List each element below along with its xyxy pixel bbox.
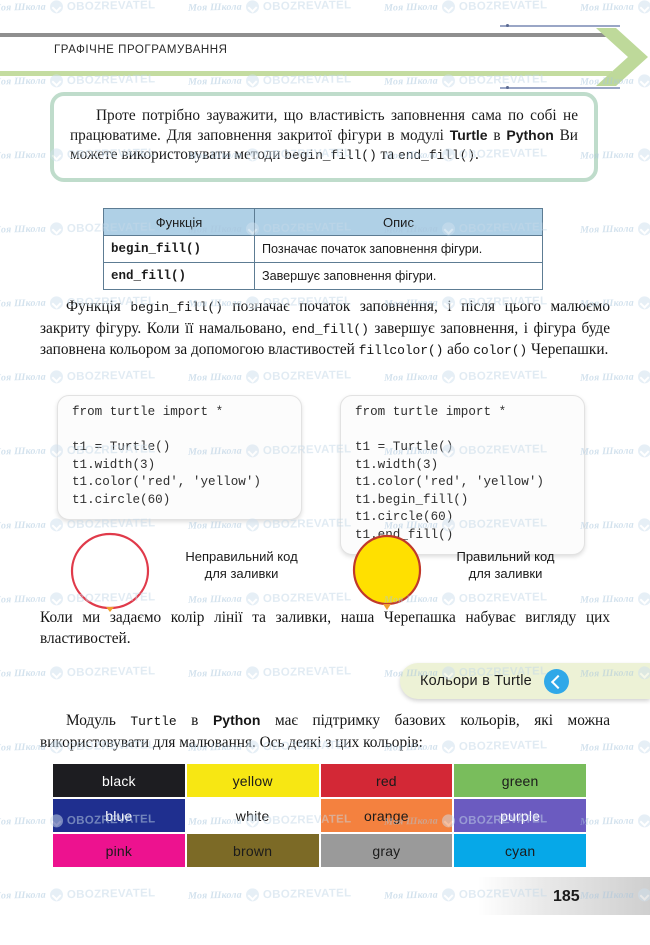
para1-code-begin-fill: begin_fill() xyxy=(130,300,223,315)
table-cell-function: end_fill() xyxy=(103,262,255,290)
page-number: 185 xyxy=(553,888,580,905)
figure-unfilled-caption-line1: Неправильний код xyxy=(185,549,298,564)
paragraph-turtle-look: Коли ми задаємо колір лінії та заливки, … xyxy=(40,609,610,647)
note-bold-python: Python xyxy=(506,126,554,143)
page-canvas: ГРАФІЧНЕ ПРОГРАМУВАННЯ Проте потрібно за… xyxy=(0,0,650,945)
color-swatch-label: gray xyxy=(372,842,401,859)
note-text-end: . xyxy=(475,146,479,163)
note-bold-turtle: Turtle xyxy=(449,126,488,143)
color-swatch-label: pink xyxy=(105,842,133,859)
running-head-title: ГРАФІЧНЕ ПРОГРАМУВАННЯ xyxy=(54,44,228,56)
color-swatch-label: blue xyxy=(105,807,133,824)
table-cell-description: Позначає початок заповнення фігури. xyxy=(254,235,543,263)
color-swatch-white: white xyxy=(186,799,319,832)
color-swatch-purple: purple xyxy=(454,799,586,832)
table-row: end_fill() Завершує заповнення фігури. xyxy=(103,262,543,290)
color-swatch-label: white xyxy=(235,807,270,824)
color-swatch-grid: black yellow red green blue white orange… xyxy=(53,764,586,867)
para1-code-color: color() xyxy=(473,343,528,358)
code-block-with-fill: from turtle import * t1 = Turtle() t1.wi… xyxy=(340,395,585,555)
section-banner-label: Кольори в Turtle xyxy=(420,673,532,689)
note-callout-text: Проте потрібно зауважити, що властивість… xyxy=(70,106,578,166)
note-code-begin-fill: begin_fill() xyxy=(284,148,377,163)
section-banner-colors-in-turtle[interactable]: Кольори в Turtle xyxy=(400,663,650,699)
color-swatch-label: yellow xyxy=(232,772,273,789)
header-chevron-icon xyxy=(594,26,650,93)
table-cell-function: begin_fill() xyxy=(103,235,255,263)
code-block-without-fill: from turtle import * t1 = Turtle() t1.wi… xyxy=(57,395,302,520)
note-callout: Проте потрібно зауважити, що властивість… xyxy=(50,92,598,182)
table-header-row: Функція Опис xyxy=(103,208,543,236)
note-code-end-fill: end_fill() xyxy=(398,148,476,163)
color-swatch-yellow: yellow xyxy=(186,764,319,797)
figure-filled-circle: Правильний код для заливки xyxy=(348,532,555,617)
color-swatch-gray: gray xyxy=(320,834,453,867)
figure-filled-caption-line1: Правильний код xyxy=(456,549,555,564)
table-header-description: Опис xyxy=(254,208,543,236)
para1-code-fillcolor: fillcolor() xyxy=(358,343,444,358)
figure-unfilled-circle: Неправильний код для заливки xyxy=(66,530,298,619)
table-row: begin_fill() Позначає початок заповнення… xyxy=(103,235,543,263)
color-swatch-label: red xyxy=(375,772,397,789)
running-head: ГРАФІЧНЕ ПРОГРАМУВАННЯ xyxy=(0,24,650,89)
para1-t5: Черепашки. xyxy=(527,341,609,358)
color-swatch-cyan: cyan xyxy=(454,834,586,867)
figure-unfilled-caption-line2: для заливки xyxy=(204,566,279,581)
color-swatch-label: black xyxy=(102,772,136,789)
color-swatch-pink: pink xyxy=(53,834,185,867)
para3-code-turtle: Turtle xyxy=(130,714,177,729)
color-swatch-green: green xyxy=(454,764,586,797)
color-swatch-label: orange xyxy=(363,807,409,824)
table-cell-description: Завершує заповнення фігури. xyxy=(254,262,543,290)
color-swatch-orange: orange xyxy=(320,799,453,832)
unfilled-circle-icon xyxy=(70,532,150,612)
header-rule-green xyxy=(0,71,612,76)
note-text-mid3: та xyxy=(376,146,399,163)
filled-circle-icon xyxy=(352,534,422,610)
chevron-left-icon[interactable] xyxy=(543,668,569,694)
color-swatch-label: green xyxy=(501,772,539,789)
color-swatch-label: brown xyxy=(233,842,273,859)
para1-t1: Функція xyxy=(66,298,131,315)
functions-table: Функція Опис begin_fill() Позначає почат… xyxy=(103,208,543,290)
para3-t1: Модуль xyxy=(66,712,131,729)
color-swatch-blue: blue xyxy=(53,799,185,832)
color-swatch-black: black xyxy=(53,764,185,797)
header-rule-dark xyxy=(0,33,612,37)
figure-unfilled-caption: Неправильний код для заливки xyxy=(164,548,319,582)
para3-bold-python: Python xyxy=(212,712,261,728)
color-swatch-label: cyan xyxy=(504,842,536,859)
table-header-function: Функція xyxy=(103,208,255,236)
note-text-mid1: в xyxy=(487,126,507,144)
color-swatch-red: red xyxy=(320,764,453,797)
para3-t2: в xyxy=(176,712,213,729)
para1-code-end-fill: end_fill() xyxy=(291,321,369,337)
para1-t4: або xyxy=(443,341,474,358)
color-swatch-label: purple xyxy=(500,807,541,824)
figure-filled-caption: Правильний код для заливки xyxy=(428,548,583,582)
paragraph-basic-colors: Модуль Turtle в Python має підтримку баз… xyxy=(40,710,610,753)
paragraph-begin-fill-explanation: Функція begin_fill() позначає початок за… xyxy=(40,297,610,362)
figure-filled-caption-line2: для заливки xyxy=(468,566,543,581)
color-swatch-brown: brown xyxy=(186,834,319,867)
